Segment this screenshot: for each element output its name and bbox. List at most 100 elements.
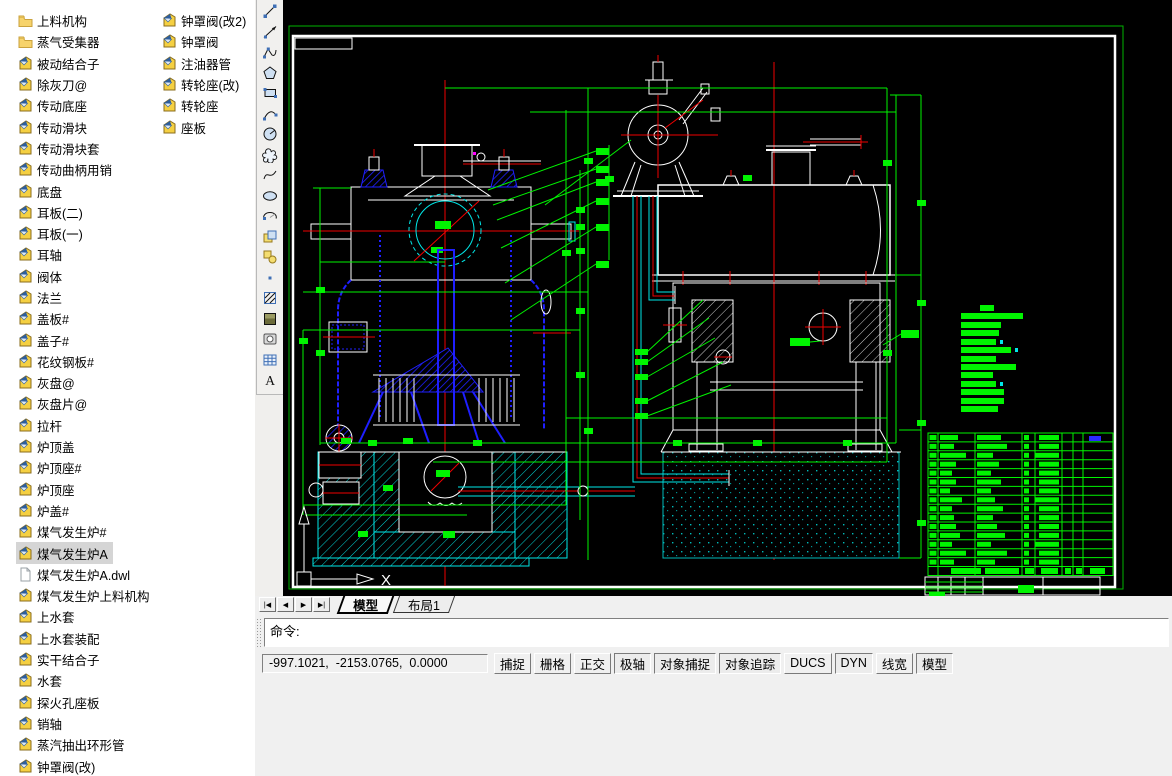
file-item[interactable]: 花纹钢板# xyxy=(16,351,99,372)
file-item[interactable]: 被动结合子 xyxy=(16,53,105,74)
steam-pipes xyxy=(458,196,730,497)
file-item[interactable]: 实干结合子 xyxy=(16,649,105,670)
file-item[interactable]: 除灰刀@ xyxy=(16,74,92,95)
region-tool-button[interactable] xyxy=(259,329,281,350)
status-toggle-栅格[interactable]: 栅格 xyxy=(534,652,572,674)
dwg-icon xyxy=(18,141,33,156)
arc-tool-button[interactable] xyxy=(259,104,281,125)
tab-nav-button[interactable]: ▶ xyxy=(295,597,312,612)
table-tool-button[interactable] xyxy=(259,350,281,371)
file-item[interactable]: 耳板(一) xyxy=(16,223,88,244)
file-item[interactable]: 煤气发生炉上料机构 xyxy=(16,585,155,606)
file-item-label: 煤气发生炉上料机构 xyxy=(37,590,150,605)
file-item[interactable]: 炉顶座# xyxy=(16,457,86,478)
file-item[interactable]: 炉盖# xyxy=(16,500,74,521)
folder-icon xyxy=(18,13,33,28)
file-item[interactable]: 上料机构 xyxy=(16,10,92,31)
file-item[interactable]: 上水套 xyxy=(16,606,80,627)
spline-icon xyxy=(263,170,277,180)
point-tool-button[interactable] xyxy=(259,268,281,289)
file-item[interactable]: 转轮座(改) xyxy=(160,74,244,95)
line-tool-button[interactable] xyxy=(259,1,281,22)
file-item[interactable]: 钟罩阀(改) xyxy=(16,755,100,776)
file-item[interactable]: 座板 xyxy=(160,116,211,137)
dwg-icon xyxy=(18,311,33,326)
revision-cloud-tool-button[interactable] xyxy=(259,145,281,166)
file-item[interactable]: 水套 xyxy=(16,670,67,691)
file-item[interactable]: 阀体 xyxy=(16,266,67,287)
file-item[interactable]: 炉顶座 xyxy=(16,479,80,500)
layout-tab-bar: |◀ ◀ ▶ ▶| 模型 布局1 xyxy=(255,596,1172,616)
dwg-icon xyxy=(18,716,33,731)
file-item-label: 拉杆 xyxy=(37,419,63,434)
file-item[interactable]: 蒸汽抽出环形管 xyxy=(16,734,130,755)
file-item-label: 转轮座 xyxy=(181,100,219,115)
rectangle-tool-button[interactable] xyxy=(259,83,281,104)
status-toggle-线宽[interactable]: 线宽 xyxy=(875,652,913,674)
file-item[interactable]: 煤气发生炉# xyxy=(16,521,111,542)
tab-nav-button[interactable]: ▶| xyxy=(313,597,330,612)
hatch-tool-button[interactable] xyxy=(259,288,281,309)
file-item[interactable]: 耳板(二) xyxy=(16,202,88,223)
drawing-viewport[interactable]: X xyxy=(283,0,1172,596)
status-toggle-捕捉[interactable]: 捕捉 xyxy=(494,652,532,674)
file-item[interactable]: 煤气发生炉A.dwl xyxy=(16,564,135,585)
tab-布局1[interactable]: 布局1 xyxy=(392,596,456,613)
line-icon xyxy=(263,4,277,19)
tab-nav-button[interactable]: |◀ xyxy=(259,597,276,612)
status-toggle-极轴[interactable]: 极轴 xyxy=(614,652,652,674)
file-item-label: 灰盘@ xyxy=(37,377,75,392)
file-item[interactable]: 灰盘片@ xyxy=(16,393,92,414)
file-item[interactable]: 钟罩阀(改2) xyxy=(160,10,251,31)
status-toggle-对象捕捉[interactable]: 对象捕捉 xyxy=(654,652,717,674)
file-item[interactable]: 耳轴 xyxy=(16,244,67,265)
file-item[interactable]: 法兰 xyxy=(16,287,67,308)
file-item[interactable]: 探火孔座板 xyxy=(16,692,105,713)
gradient-tool-button[interactable] xyxy=(259,309,281,330)
dwg-icon xyxy=(18,609,33,624)
status-toggle-对象追踪[interactable]: 对象追踪 xyxy=(719,652,782,674)
file-item[interactable]: 上水套装配 xyxy=(16,628,105,649)
file-item[interactable]: 蒸气受集器 xyxy=(16,31,105,52)
file-item-label: 传动曲柄用销 xyxy=(37,164,113,179)
file-item[interactable]: 底盘 xyxy=(16,180,67,201)
circle-tool-button[interactable] xyxy=(259,124,281,145)
tab-nav-button[interactable]: ◀ xyxy=(277,597,294,612)
file-item[interactable]: 传动滑块 xyxy=(16,116,92,137)
file-item[interactable]: 传动滑块套 xyxy=(16,138,105,159)
file-item[interactable]: 钟罩阀 xyxy=(160,31,224,52)
multiline-text-tool-button[interactable]: A xyxy=(259,370,281,391)
tab-模型[interactable]: 模型 xyxy=(336,596,395,614)
file-item-label: 除灰刀@ xyxy=(37,79,88,94)
file-item[interactable]: 煤气发生炉A xyxy=(16,542,113,564)
file-item[interactable]: 销轴 xyxy=(16,713,67,734)
dwg-icon xyxy=(162,98,177,113)
file-item[interactable]: 转轮座 xyxy=(160,95,224,116)
file-item[interactable]: 传动曲柄用销 xyxy=(16,159,117,180)
status-toggle-DYN[interactable]: DYN xyxy=(834,652,873,674)
dwg-icon xyxy=(18,545,33,561)
file-item[interactable]: 注油器管 xyxy=(160,53,236,74)
coordinate-display: -997.1021, -2153.0765, 0.0000 xyxy=(262,653,488,673)
command-input[interactable]: 命令: xyxy=(264,618,1169,647)
construction-line-tool-button[interactable] xyxy=(259,22,281,43)
file-item[interactable]: 炉顶盖 xyxy=(16,436,80,457)
status-toggle-正交[interactable]: 正交 xyxy=(574,652,612,674)
file-item[interactable]: 盖板# xyxy=(16,308,74,329)
make-block-tool-button[interactable] xyxy=(259,247,281,268)
insert-block-tool-button[interactable] xyxy=(259,227,281,248)
polygon-tool-button[interactable] xyxy=(259,63,281,84)
file-item[interactable]: 灰盘@ xyxy=(16,372,80,393)
file-item[interactable]: 拉杆 xyxy=(16,415,67,436)
polyline-tool-button[interactable] xyxy=(259,42,281,63)
file-item[interactable]: 盖子# xyxy=(16,329,74,350)
file-item[interactable]: 传动底座 xyxy=(16,95,92,116)
status-bar: -997.1021, -2153.0765, 0.0000 捕捉 栅格 正交 极轴 对象… xyxy=(255,650,1172,676)
ellipse-arc-tool-button[interactable] xyxy=(259,206,281,227)
ellipse-tool-button[interactable] xyxy=(259,186,281,207)
command-panel-grip[interactable] xyxy=(257,619,262,647)
status-toggle-模型[interactable]: 模型 xyxy=(915,652,953,674)
file-item-label: 煤气发生炉A.dwl xyxy=(37,568,131,583)
status-toggle-DUCS[interactable]: DUCS xyxy=(784,652,832,674)
spline-tool-button[interactable] xyxy=(259,165,281,186)
